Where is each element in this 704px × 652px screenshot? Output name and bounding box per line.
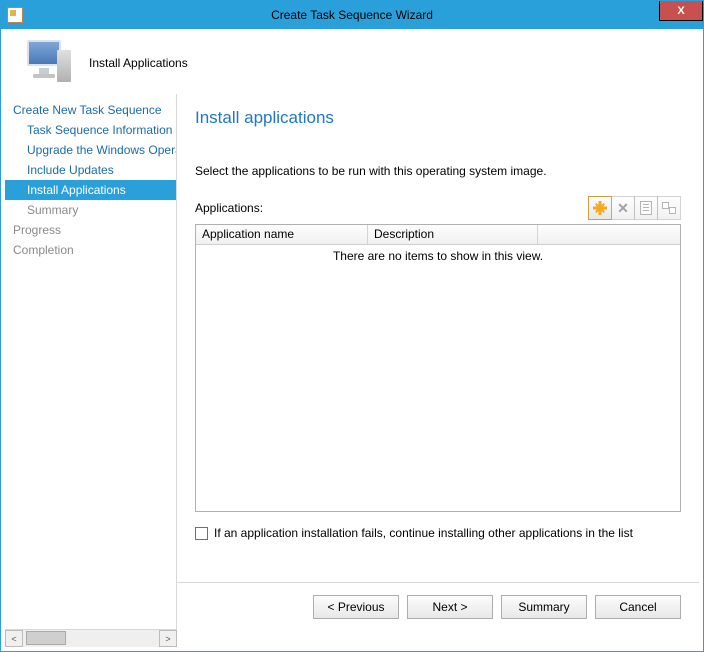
- applications-row: Applications: ✕: [195, 196, 681, 220]
- sidebar-item-create-new-task-sequence[interactable]: Create New Task Sequence: [5, 100, 176, 120]
- scroll-right-button[interactable]: >: [159, 630, 177, 647]
- column-description[interactable]: Description: [368, 225, 538, 244]
- window-body: Install Applications Create New Task Seq…: [5, 30, 699, 647]
- sidebar-item-task-sequence-information[interactable]: Task Sequence Information: [5, 120, 176, 140]
- properties-button[interactable]: [634, 196, 658, 220]
- sidebar-item-include-updates[interactable]: Include Updates: [5, 160, 176, 180]
- app-icon: [7, 7, 23, 23]
- content-region: Create New Task Sequence Task Sequence I…: [5, 94, 699, 629]
- panel-title: Install applications: [195, 108, 681, 128]
- dependencies-button[interactable]: [657, 196, 681, 220]
- continue-on-fail-checkbox[interactable]: [195, 527, 208, 540]
- header-region: Install Applications: [5, 30, 699, 94]
- instruction-text: Select the applications to be run with t…: [195, 164, 681, 178]
- new-application-button[interactable]: [588, 196, 612, 220]
- delete-application-button[interactable]: ✕: [611, 196, 635, 220]
- sidebar-item-summary: Summary: [5, 200, 176, 220]
- wizard-button-bar: < Previous Next > Summary Cancel: [313, 595, 681, 619]
- chevron-left-icon: <: [11, 634, 16, 644]
- scroll-thumb[interactable]: [26, 631, 66, 645]
- sidebar-item-completion: Completion: [5, 240, 176, 260]
- listview-empty-text: There are no items to show in this view.: [196, 245, 680, 263]
- x-icon: ✕: [617, 201, 629, 215]
- header-subtitle: Install Applications: [89, 56, 188, 70]
- button-divider: [177, 582, 699, 583]
- close-button[interactable]: X: [659, 1, 703, 21]
- main-panel: Install applications Select the applicat…: [177, 94, 699, 629]
- column-spacer: [538, 225, 680, 244]
- wizard-window: Create Task Sequence Wizard X Install Ap…: [0, 0, 704, 652]
- wizard-steps-sidebar: Create New Task Sequence Task Sequence I…: [5, 94, 177, 629]
- applications-label: Applications:: [195, 201, 263, 215]
- dependencies-icon: [662, 202, 676, 214]
- cancel-button[interactable]: Cancel: [595, 595, 681, 619]
- sidebar-item-upgrade-windows-os[interactable]: Upgrade the Windows Operating System: [5, 140, 176, 160]
- starburst-icon: [593, 201, 607, 215]
- applications-toolbar: ✕: [588, 196, 681, 220]
- close-icon: X: [677, 5, 684, 17]
- properties-icon: [640, 201, 652, 215]
- scroll-track[interactable]: [23, 630, 159, 647]
- chevron-right-icon: >: [165, 634, 170, 644]
- titlebar: Create Task Sequence Wizard X: [1, 1, 703, 29]
- continue-on-fail-label: If an application installation fails, co…: [214, 526, 633, 540]
- scroll-left-button[interactable]: <: [5, 630, 23, 647]
- sidebar-horizontal-scrollbar[interactable]: < >: [5, 629, 177, 647]
- column-application-name[interactable]: Application name: [196, 225, 368, 244]
- computer-icon: [21, 40, 73, 86]
- listview-header: Application name Description: [196, 225, 680, 245]
- window-title: Create Task Sequence Wizard: [271, 8, 433, 22]
- sidebar-item-progress: Progress: [5, 220, 176, 240]
- previous-button[interactable]: < Previous: [313, 595, 399, 619]
- continue-on-fail-row[interactable]: If an application installation fails, co…: [195, 526, 681, 540]
- summary-button[interactable]: Summary: [501, 595, 587, 619]
- sidebar-item-install-applications[interactable]: Install Applications: [5, 180, 176, 200]
- applications-listview[interactable]: Application name Description There are n…: [195, 224, 681, 512]
- next-button[interactable]: Next >: [407, 595, 493, 619]
